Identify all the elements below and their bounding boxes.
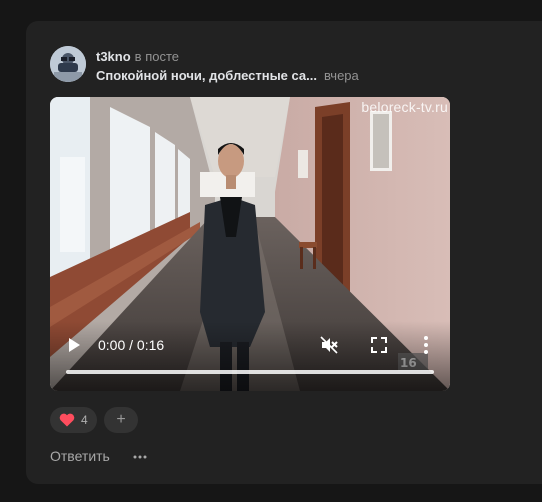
more-actions-button[interactable] <box>133 448 147 464</box>
add-reaction-button[interactable]: + <box>104 407 138 433</box>
plus-icon: + <box>116 411 126 428</box>
mute-button[interactable] <box>320 336 338 354</box>
post-comment-card: t3kno в посте Спокойной ночи, доблестные … <box>26 21 542 484</box>
heart-reaction-button[interactable]: 4 <box>50 407 97 433</box>
avatar-image <box>50 46 86 82</box>
heart-icon <box>59 413 75 427</box>
in-post-label: в посте <box>134 49 179 64</box>
video-controls: 0:00 / 0:16 <box>50 321 450 391</box>
vertical-dots-icon <box>424 336 428 354</box>
video-time: 0:00 / 0:16 <box>98 337 165 353</box>
muted-speaker-icon <box>320 336 338 354</box>
video-player[interactable]: 16 beloreck-tv.ru 0:00 / 0:16 <box>50 97 450 391</box>
avatar[interactable] <box>50 46 86 82</box>
comment-meta: t3kno в посте <box>96 49 179 65</box>
post-reference: Спокойной ночи, доблестные са... вчера <box>96 68 359 84</box>
video-watermark: beloreck-tv.ru <box>361 99 448 115</box>
video-progress-bar[interactable] <box>66 370 434 374</box>
fullscreen-icon <box>371 337 387 353</box>
reaction-count: 4 <box>81 413 88 427</box>
video-more-button[interactable] <box>420 335 432 355</box>
fullscreen-button[interactable] <box>370 336 388 354</box>
post-title-link[interactable]: Спокойной ночи, доблестные са... <box>96 68 317 83</box>
more-horizontal-icon <box>133 455 147 459</box>
post-timestamp[interactable]: вчера <box>324 68 359 83</box>
play-icon <box>69 338 80 352</box>
author-name[interactable]: t3kno <box>96 49 131 64</box>
reply-button[interactable]: Ответить <box>50 448 110 464</box>
play-button[interactable] <box>66 337 82 353</box>
